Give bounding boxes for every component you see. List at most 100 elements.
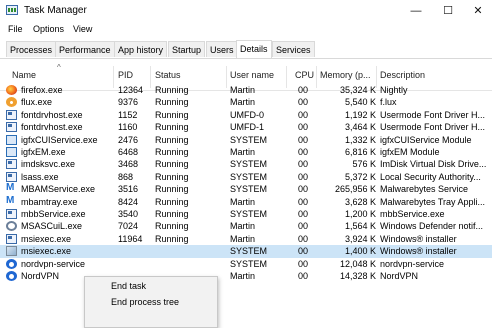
process-user: Martin	[230, 271, 256, 281]
vpn-icon	[6, 271, 17, 281]
header-user-name[interactable]: User name	[230, 70, 274, 80]
table-row[interactable]: msiexec.exe 11964 Running Martin 00 3,924 K Wi…	[0, 233, 492, 245]
process-status: Running	[155, 196, 189, 207]
header-memory[interactable]: Memory (p...	[320, 70, 375, 80]
window-icon	[6, 209, 17, 219]
menu-file[interactable]: File	[8, 24, 23, 34]
process-pid: 2476	[118, 134, 139, 145]
table-row[interactable]: MSASCuiL.exe 7024 Running Martin 00 1,564 K Wi…	[0, 220, 492, 232]
table-row[interactable]: MBAMService.exe 3516 Running SYSTEM 00 265,95…	[0, 182, 492, 195]
tab-services[interactable]: Services	[272, 41, 315, 57]
header-cpu[interactable]: CPU	[295, 70, 314, 80]
process-name: nordvpn-service	[21, 258, 86, 269]
process-mem: 3,628 K	[344, 196, 376, 207]
process-name: MSASCuiL.exe	[21, 221, 83, 232]
process-cpu: 00	[298, 109, 309, 120]
process-status: Running	[155, 97, 189, 108]
header-status[interactable]: Status	[155, 70, 181, 80]
menu-view[interactable]: View	[73, 24, 92, 34]
close-button[interactable]: ✕	[462, 2, 492, 20]
process-desc: ImDisk Virtual Disk Drive...	[380, 159, 487, 170]
process-pid: 9376	[118, 97, 139, 108]
process-cpu: 00	[298, 271, 309, 281]
window-icon	[6, 159, 17, 170]
process-name: mbbService.exe	[21, 209, 86, 219]
table-row[interactable]: fontdrvhost.exe 1152 Running UMFD-0 00 1,192 …	[0, 109, 492, 121]
context-menu: End task End process tree	[84, 276, 218, 328]
process-status: Running	[155, 159, 189, 170]
maximize-button[interactable]: ☐	[432, 2, 464, 20]
process-pid: 3468	[118, 159, 139, 170]
window-icon	[6, 233, 17, 244]
tab-details[interactable]: Details	[236, 40, 272, 58]
process-name: mbamtray.exe	[21, 196, 78, 207]
process-pid: 11964	[118, 233, 143, 244]
process-mem: 14,328 K	[339, 271, 376, 281]
process-mem: 1,200 K	[344, 209, 376, 219]
process-mem: 3,464 K	[344, 122, 376, 133]
header-pid[interactable]: PID	[118, 70, 133, 80]
process-desc: nordvpn-service	[380, 258, 445, 269]
process-cpu: 00	[298, 209, 309, 219]
table-row[interactable]: nordvpn-service SYSTEM 00 12,048 K nordvpn-s…	[0, 258, 492, 270]
process-user: Martin	[230, 233, 256, 244]
tab-app-history[interactable]: App history	[114, 41, 168, 57]
window-icon	[6, 171, 17, 182]
process-user: SYSTEM	[230, 171, 268, 182]
process-mem: 1,332 K	[344, 134, 376, 145]
window-icon	[6, 122, 17, 133]
process-desc: Local Security Authority...	[380, 171, 481, 182]
process-cpu: 00	[298, 85, 309, 95]
header-description[interactable]: Description	[380, 70, 425, 80]
process-name: MBAMService.exe	[21, 184, 96, 195]
table-row[interactable]: msiexec.exe SYSTEM 00 1,400 K Windows® insta…	[0, 245, 492, 258]
end-task-menu-item[interactable]: End task	[111, 281, 146, 291]
process-mem: 35,324 K	[339, 85, 376, 95]
process-user: SYSTEM	[230, 134, 268, 145]
intel-icon	[6, 134, 17, 145]
sort-indicator-icon: ^	[57, 63, 61, 72]
process-pid: 6468	[118, 147, 139, 157]
process-name: firefox.exe	[21, 85, 63, 95]
minimize-button[interactable]: —	[400, 2, 432, 20]
window-title: Task Manager	[24, 5, 87, 16]
tab-performance[interactable]: Performance	[55, 41, 115, 57]
end-process-tree-menu-item[interactable]: End process tree	[111, 297, 179, 307]
process-user: Martin	[230, 221, 256, 232]
tab-users[interactable]: Users	[206, 41, 238, 57]
table-row[interactable]: igfxCUIService.exe 2476 Running SYSTEM 00 1,3…	[0, 134, 492, 146]
tab-processes[interactable]: Processes	[6, 41, 57, 57]
process-mem: 5,372 K	[344, 171, 376, 182]
process-cpu: 00	[298, 171, 309, 182]
process-cpu: 00	[298, 122, 309, 133]
process-cpu: 00	[298, 184, 309, 195]
process-status: Running	[155, 147, 189, 157]
process-user: Martin	[230, 97, 256, 108]
tab-startup[interactable]: Startup	[168, 41, 206, 57]
process-name: fontdrvhost.exe	[21, 109, 83, 120]
vpn-icon	[6, 258, 17, 269]
window-icon	[6, 109, 17, 120]
process-desc: Malwarebytes Tray Appli...	[380, 196, 486, 207]
process-pid: 3516	[118, 184, 139, 195]
process-user: Martin	[230, 85, 256, 95]
flux-icon	[6, 97, 17, 108]
process-user: SYSTEM	[230, 258, 268, 269]
table-row[interactable]: fontdrvhost.exe 1160 Running UMFD-1 00 3,464 …	[0, 121, 492, 133]
process-user: UMFD-1	[230, 122, 264, 133]
table-row[interactable]: firefox.exe 12364 Running Martin 00 35,324 K N…	[0, 84, 492, 96]
table-row[interactable]: mbbService.exe 3540 Running SYSTEM 00 1,200 K…	[0, 208, 492, 220]
process-desc: Usermode Font Driver H...	[380, 122, 486, 133]
header-name[interactable]: Name	[12, 70, 36, 80]
process-mem: 1,192 K	[344, 109, 376, 120]
table-row[interactable]: flux.exe 9376 Running Martin 00 5,540 K f.lux	[0, 96, 492, 108]
table-row[interactable]: igfxEM.exe 6468 Running Martin 00 6,816 K igfx…	[0, 146, 492, 158]
table-row[interactable]: mbamtray.exe 8424 Running Martin 00 3,628 K Ma…	[0, 195, 492, 208]
menu-options[interactable]: Options	[33, 24, 64, 34]
process-pid: 7024	[118, 221, 139, 232]
table-row[interactable]: lsass.exe 868 Running SYSTEM 00 5,372 K Local …	[0, 171, 492, 183]
table-row[interactable]: imdsksvc.exe 3468 Running SYSTEM 00 576 K ImDi…	[0, 158, 492, 170]
table-row[interactable]: NordVPN Martin 00 14,328 K NordVPN	[0, 270, 492, 282]
process-name: msiexec.exe	[21, 246, 72, 257]
intel-icon	[6, 147, 17, 157]
